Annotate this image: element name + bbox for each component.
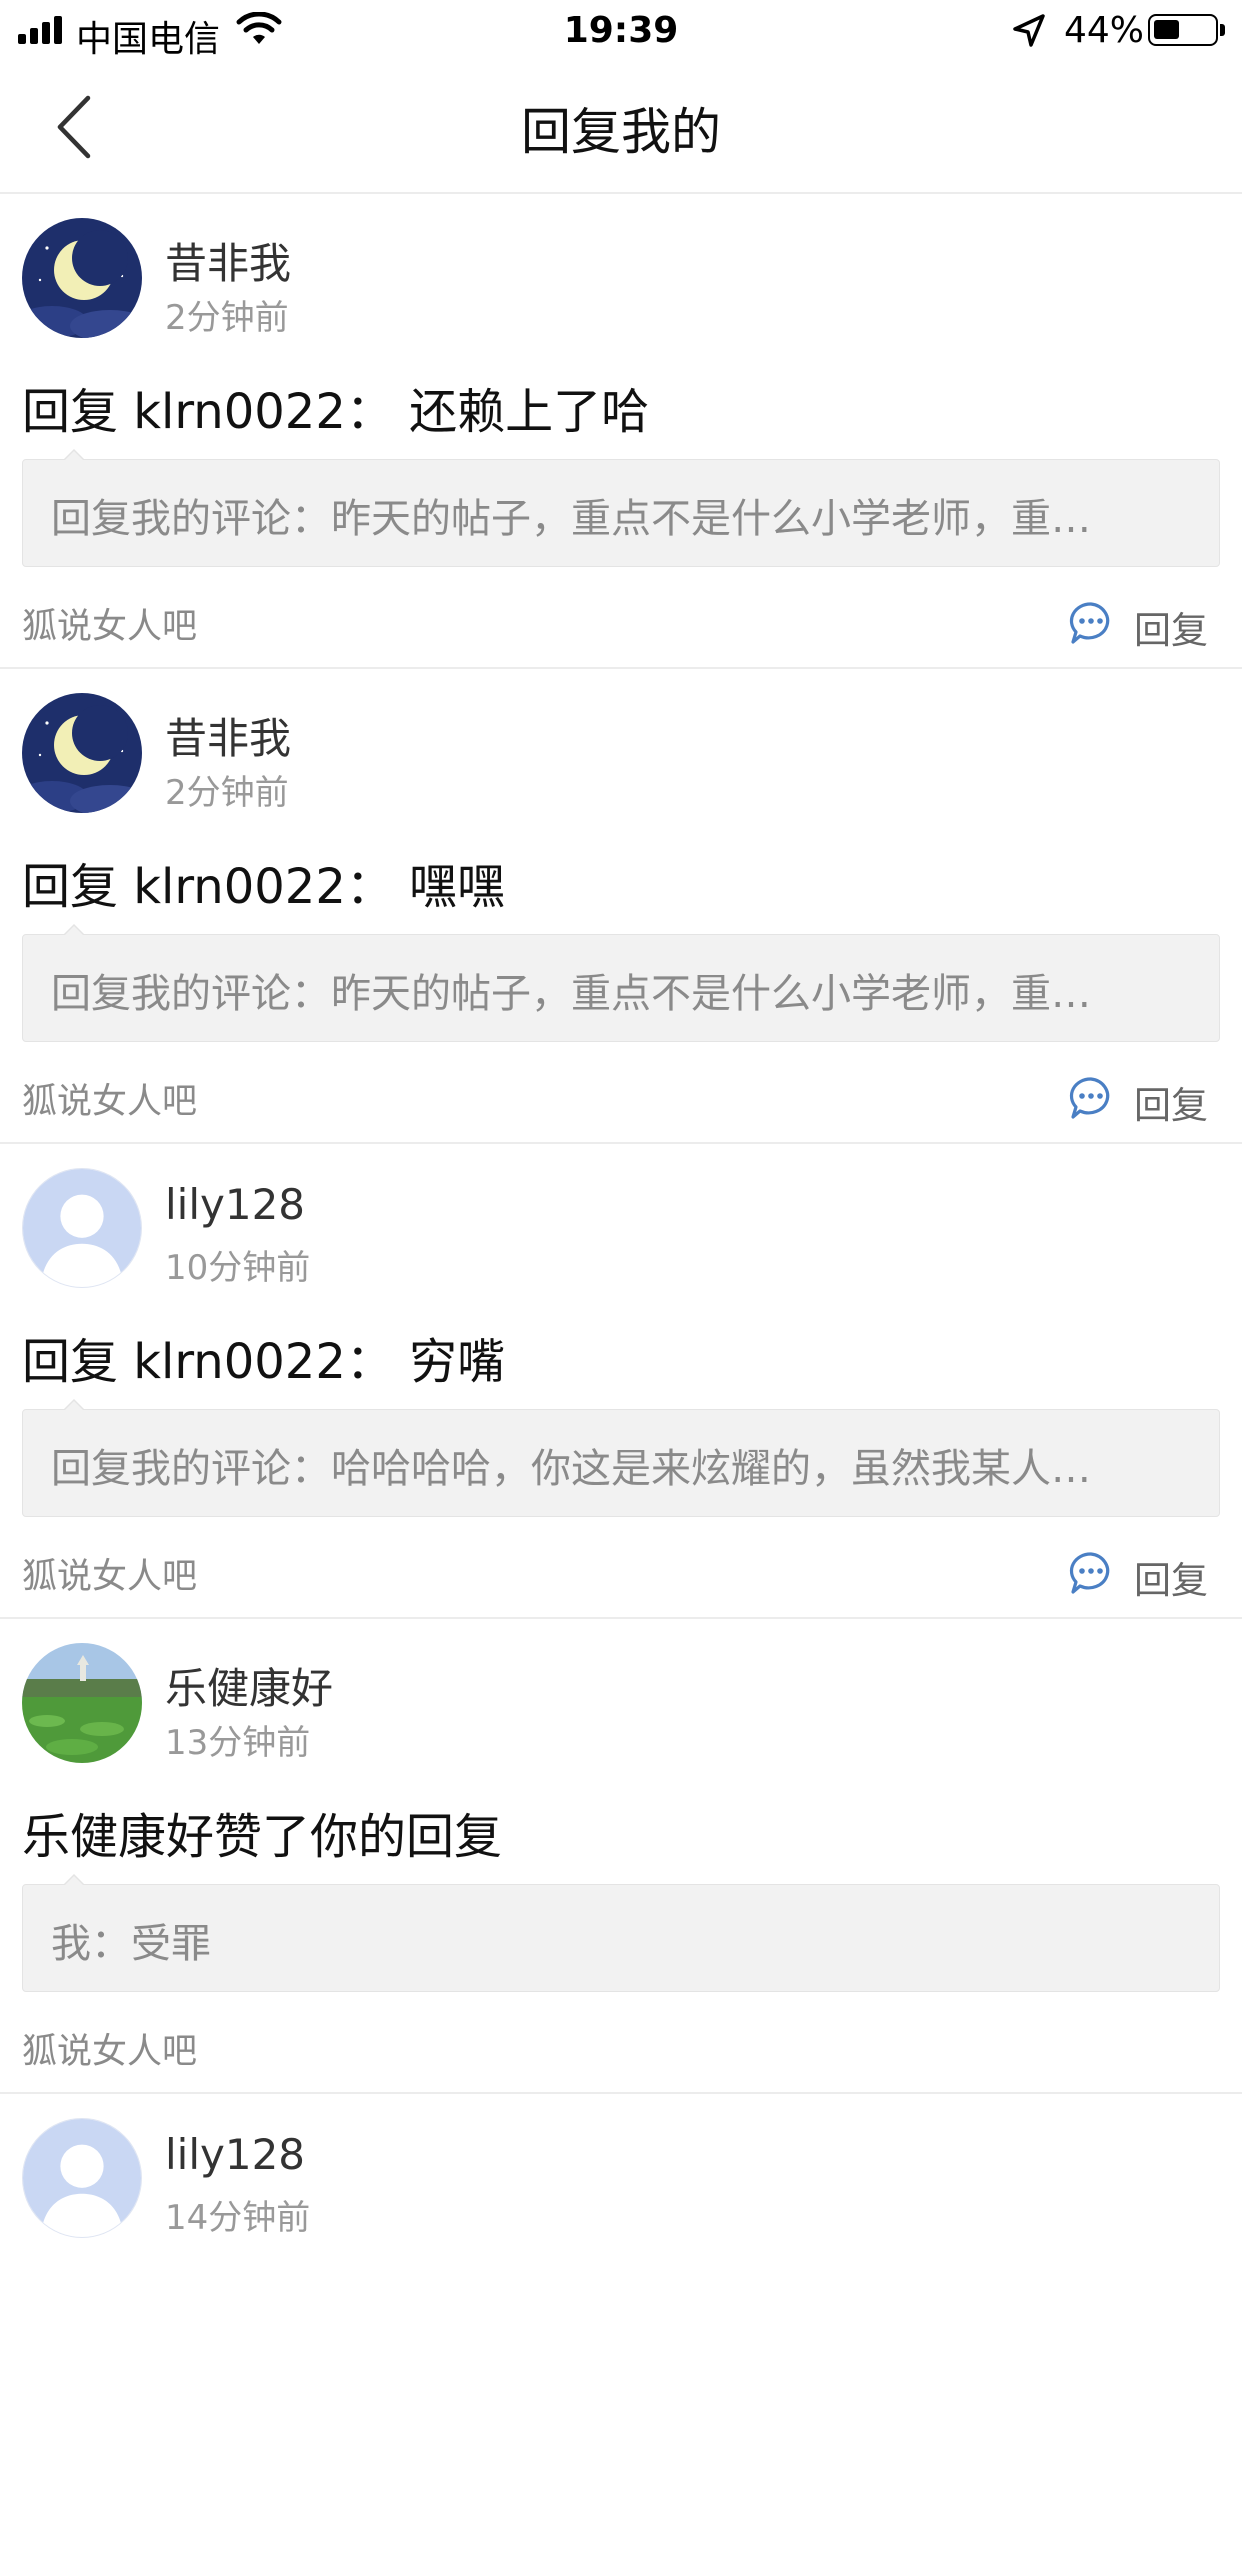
battery-nub xyxy=(1220,24,1225,36)
timestamp: 2分钟前 xyxy=(165,773,289,813)
username[interactable]: lily128 xyxy=(165,2130,305,2179)
avatar[interactable] xyxy=(22,2118,142,2238)
reply-content[interactable]: 回复 klrn0022： 穷嘴 xyxy=(22,1322,505,1392)
reply-label: 回复 xyxy=(1134,1559,1208,1602)
quoted-comment-text: 我：受罪 xyxy=(51,1921,211,1967)
quoted-comment-text: 回复我的评论：昨天的帖子，重点不是什么小学老师，重… xyxy=(51,496,1091,542)
avatar[interactable] xyxy=(22,693,142,813)
moon-night-avatar-icon xyxy=(22,218,142,338)
reply-label: 回复 xyxy=(1134,1084,1208,1127)
forum-link[interactable]: 狐说女人吧 xyxy=(22,1548,197,1599)
timestamp: 2分钟前 xyxy=(165,298,289,338)
timestamp: 14分钟前 xyxy=(165,2198,311,2238)
forum-link[interactable]: 狐说女人吧 xyxy=(22,598,197,649)
reply-content[interactable]: 回复 klrn0022： 嘿嘿 xyxy=(22,847,505,917)
quoted-comment[interactable]: 回复我的评论：哈哈哈哈，你这是来炫耀的，虽然我某人… xyxy=(22,1399,1220,1517)
quoted-comment[interactable]: 回复我的评论：昨天的帖子，重点不是什么小学老师，重… xyxy=(22,924,1220,1042)
reply-feed: 昔非我 2分钟前 回复 klrn0022： 还赖上了哈 回复我的评论：昨天的帖子… xyxy=(0,194,1242,2569)
comment-icon xyxy=(1069,1552,1110,1594)
list-item[interactable]: lily128 10分钟前 回复 klrn0022： 穷嘴 回复我的评论：哈哈哈… xyxy=(0,1144,1242,1619)
page-title: 回复我的 xyxy=(521,103,721,161)
forum-link[interactable]: 狐说女人吧 xyxy=(22,2023,197,2074)
battery-icon xyxy=(1148,14,1218,46)
username[interactable]: 昔非我 xyxy=(165,705,291,766)
quoted-comment-text: 回复我的评论：哈哈哈哈，你这是来炫耀的，虽然我某人… xyxy=(51,1446,1091,1492)
avatar[interactable] xyxy=(22,1168,142,1288)
avatar[interactable] xyxy=(22,218,142,338)
reply-button[interactable]: 回复 xyxy=(1068,1069,1228,1129)
list-item[interactable]: lily128 14分钟前 xyxy=(0,2094,1242,2569)
quoted-comment[interactable]: 我：受罪 xyxy=(22,1874,1220,1992)
default-person-avatar-icon xyxy=(23,1169,141,1287)
comment-icon xyxy=(1069,1077,1110,1119)
battery-level xyxy=(1154,20,1179,39)
username[interactable]: 乐健康好 xyxy=(165,1655,333,1716)
avatar[interactable] xyxy=(22,1643,142,1763)
like-notice[interactable]: 乐健康好赞了你的回复 xyxy=(22,1797,502,1867)
reply-label: 回复 xyxy=(1134,609,1208,652)
timestamp: 13分钟前 xyxy=(165,1723,311,1763)
status-bar: 中国电信 19:39 44% xyxy=(0,0,1242,62)
status-time: 19:39 xyxy=(563,10,679,51)
quoted-comment-text: 回复我的评论：昨天的帖子，重点不是什么小学老师，重… xyxy=(51,971,1091,1017)
landscape-avatar-icon xyxy=(22,1643,142,1763)
forum-link[interactable]: 狐说女人吧 xyxy=(22,1073,197,1124)
moon-night-avatar-icon xyxy=(22,693,142,813)
reply-content[interactable]: 回复 klrn0022： 还赖上了哈 xyxy=(22,372,649,442)
list-item[interactable]: 乐健康好 13分钟前 乐健康好赞了你的回复 我：受罪 狐说女人吧 xyxy=(0,1619,1242,2094)
nav-bar: 回复我的 xyxy=(0,62,1242,194)
reply-button[interactable]: 回复 xyxy=(1068,594,1228,654)
list-item[interactable]: 昔非我 2分钟前 回复 klrn0022： 还赖上了哈 回复我的评论：昨天的帖子… xyxy=(0,194,1242,669)
comment-icon xyxy=(1069,602,1110,644)
timestamp: 10分钟前 xyxy=(165,1248,311,1288)
reply-button[interactable]: 回复 xyxy=(1068,1544,1228,1604)
list-item[interactable]: 昔非我 2分钟前 回复 klrn0022： 嘿嘿 回复我的评论：昨天的帖子，重点… xyxy=(0,669,1242,1144)
username[interactable]: 昔非我 xyxy=(165,230,291,291)
username[interactable]: lily128 xyxy=(165,1180,305,1229)
location-arrow-icon xyxy=(1013,14,1045,47)
default-person-avatar-icon xyxy=(23,2119,141,2237)
battery-percent: 44% xyxy=(1064,10,1145,51)
quoted-comment[interactable]: 回复我的评论：昨天的帖子，重点不是什么小学老师，重… xyxy=(22,449,1220,567)
